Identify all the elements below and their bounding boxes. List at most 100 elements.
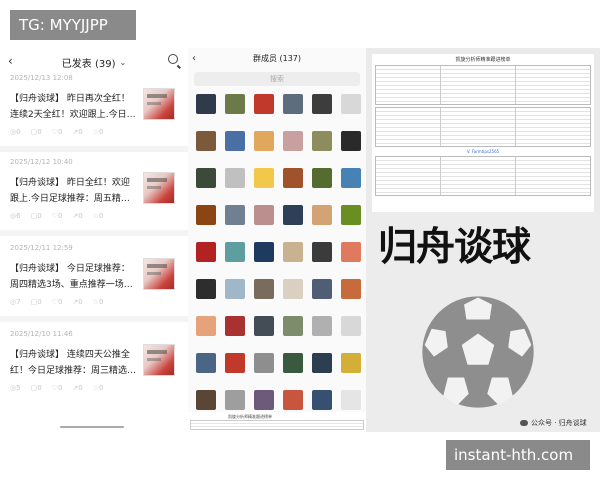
divider: [0, 230, 188, 236]
post-item[interactable]: 2025/12/13 12:08 【归舟谈球】 昨日再次全红！连续2天全红！欢迎…: [0, 74, 188, 152]
post-thumbnail: [143, 88, 175, 120]
favorite-icon[interactable]: ☆0: [93, 384, 104, 392]
comment-icon[interactable]: ▢0: [31, 384, 42, 392]
member-avatar[interactable]: [254, 131, 274, 151]
member-avatar[interactable]: [196, 131, 216, 151]
member-avatar[interactable]: [254, 94, 274, 114]
member-avatar[interactable]: [283, 390, 303, 410]
watermark-bottom-right: instant-hth.com: [446, 440, 590, 470]
member-avatar[interactable]: [196, 168, 216, 188]
favorite-icon[interactable]: ☆0: [93, 128, 104, 136]
comment-icon[interactable]: ▢0: [31, 212, 42, 220]
member-avatar[interactable]: [341, 205, 361, 225]
post-text: 【归舟谈球】 昨日再次全红！连续2天全红！欢迎跟上.今日…: [10, 94, 136, 120]
back-arrow-icon[interactable]: ‹: [8, 54, 13, 68]
member-avatar[interactable]: [312, 316, 332, 336]
member-avatar[interactable]: [225, 242, 245, 262]
member-avatar[interactable]: [312, 390, 332, 410]
member-avatar[interactable]: [283, 242, 303, 262]
post-thumbnail: [143, 258, 175, 290]
member-search-input[interactable]: 搜索: [194, 72, 360, 86]
post-stats: ◎5 ▢0 ♡0 ↗0 ☆0: [10, 384, 104, 392]
member-avatar[interactable]: [196, 353, 216, 373]
views-icon: ◎7: [10, 298, 21, 306]
member-avatar[interactable]: [196, 390, 216, 410]
like-icon[interactable]: ♡0: [52, 298, 63, 306]
member-avatar[interactable]: [341, 94, 361, 114]
member-avatar[interactable]: [341, 353, 361, 373]
share-icon[interactable]: ↗0: [72, 128, 82, 136]
member-avatar[interactable]: [312, 353, 332, 373]
member-avatar[interactable]: [283, 205, 303, 225]
chevron-down-icon[interactable]: ⌄: [120, 58, 127, 67]
member-avatar[interactable]: [254, 353, 274, 373]
member-avatar[interactable]: [196, 242, 216, 262]
back-arrow-icon[interactable]: ‹: [192, 48, 196, 70]
post-text: 【归舟谈球】 今日足球推荐：周四精选3场、重点推荐一场…: [10, 264, 133, 290]
member-avatar[interactable]: [254, 316, 274, 336]
member-avatar[interactable]: [225, 279, 245, 299]
member-avatar[interactable]: [254, 242, 274, 262]
comment-icon[interactable]: ▢0: [31, 128, 42, 136]
member-avatar[interactable]: [196, 316, 216, 336]
share-icon[interactable]: ↗0: [72, 384, 82, 392]
like-icon[interactable]: ♡0: [52, 384, 63, 392]
member-avatar[interactable]: [341, 168, 361, 188]
post-stats: ◎7 ▢0 ♡0 ↗0 ☆0: [10, 298, 104, 306]
table-block: [375, 65, 591, 105]
like-icon[interactable]: ♡0: [52, 128, 63, 136]
member-avatar[interactable]: [341, 131, 361, 151]
post-thumbnail: [143, 344, 175, 376]
post-stats: ◎0 ▢0 ♡0 ↗0 ☆0: [10, 128, 104, 136]
member-avatar[interactable]: [341, 242, 361, 262]
member-avatar[interactable]: [225, 353, 245, 373]
member-avatar[interactable]: [312, 94, 332, 114]
member-avatar[interactable]: [312, 205, 332, 225]
wechat-icon: [520, 420, 528, 426]
member-avatar[interactable]: [225, 131, 245, 151]
like-icon[interactable]: ♡0: [52, 212, 63, 220]
member-avatar[interactable]: [341, 279, 361, 299]
post-stats: ◎6 ▢0 ♡0 ↗0 ☆0: [10, 212, 104, 220]
member-avatar[interactable]: [283, 316, 303, 336]
poster: 归舟谈球 公众号 · 归舟谈球: [366, 212, 600, 432]
member-avatar[interactable]: [225, 205, 245, 225]
member-avatar[interactable]: [312, 168, 332, 188]
member-avatar[interactable]: [196, 279, 216, 299]
search-icon[interactable]: [168, 54, 178, 64]
table-note: V: Farmtips2565: [466, 149, 500, 154]
member-avatar[interactable]: [225, 94, 245, 114]
posts-title[interactable]: 已发表 (39): [62, 55, 116, 70]
posts-panel: ‹ 已发表 (39) ⌄ 2025/12/13 12:08 【归舟谈球】 昨日再…: [0, 48, 188, 432]
comment-icon[interactable]: ▢0: [31, 298, 42, 306]
favorite-icon[interactable]: ☆0: [93, 298, 104, 306]
member-avatar[interactable]: [283, 279, 303, 299]
member-avatar[interactable]: [225, 168, 245, 188]
member-avatar[interactable]: [254, 205, 274, 225]
soccer-ball-icon: [422, 296, 534, 408]
member-avatar[interactable]: [312, 279, 332, 299]
views-icon: ◎0: [10, 128, 21, 136]
favorite-icon[interactable]: ☆0: [93, 212, 104, 220]
member-avatar[interactable]: [196, 205, 216, 225]
member-avatar[interactable]: [341, 316, 361, 336]
member-avatar[interactable]: [312, 131, 332, 151]
member-avatar[interactable]: [254, 168, 274, 188]
post-item[interactable]: 2025/12/10 11:46 【归舟谈球】 连续四天公推全红！今日足球推荐：…: [0, 330, 188, 400]
member-avatar[interactable]: [341, 390, 361, 410]
member-avatar[interactable]: [283, 94, 303, 114]
post-item[interactable]: 2025/12/12 10:40 【归舟谈球】 昨日全红！欢迎跟上.今日足球推荐…: [0, 158, 188, 236]
member-avatar[interactable]: [225, 390, 245, 410]
member-avatar[interactable]: [312, 242, 332, 262]
share-icon[interactable]: ↗0: [72, 212, 82, 220]
member-avatar[interactable]: [196, 94, 216, 114]
members-header: ‹ 群成员 (137): [188, 48, 366, 70]
post-item[interactable]: 2025/12/11 12:59 【归舟谈球】 今日足球推荐：周四精选3场、重点…: [0, 244, 188, 322]
member-avatar[interactable]: [225, 316, 245, 336]
member-avatar[interactable]: [283, 168, 303, 188]
share-icon[interactable]: ↗0: [72, 298, 82, 306]
member-avatar[interactable]: [283, 131, 303, 151]
member-avatar[interactable]: [254, 390, 274, 410]
member-avatar[interactable]: [254, 279, 274, 299]
member-avatar[interactable]: [283, 353, 303, 373]
